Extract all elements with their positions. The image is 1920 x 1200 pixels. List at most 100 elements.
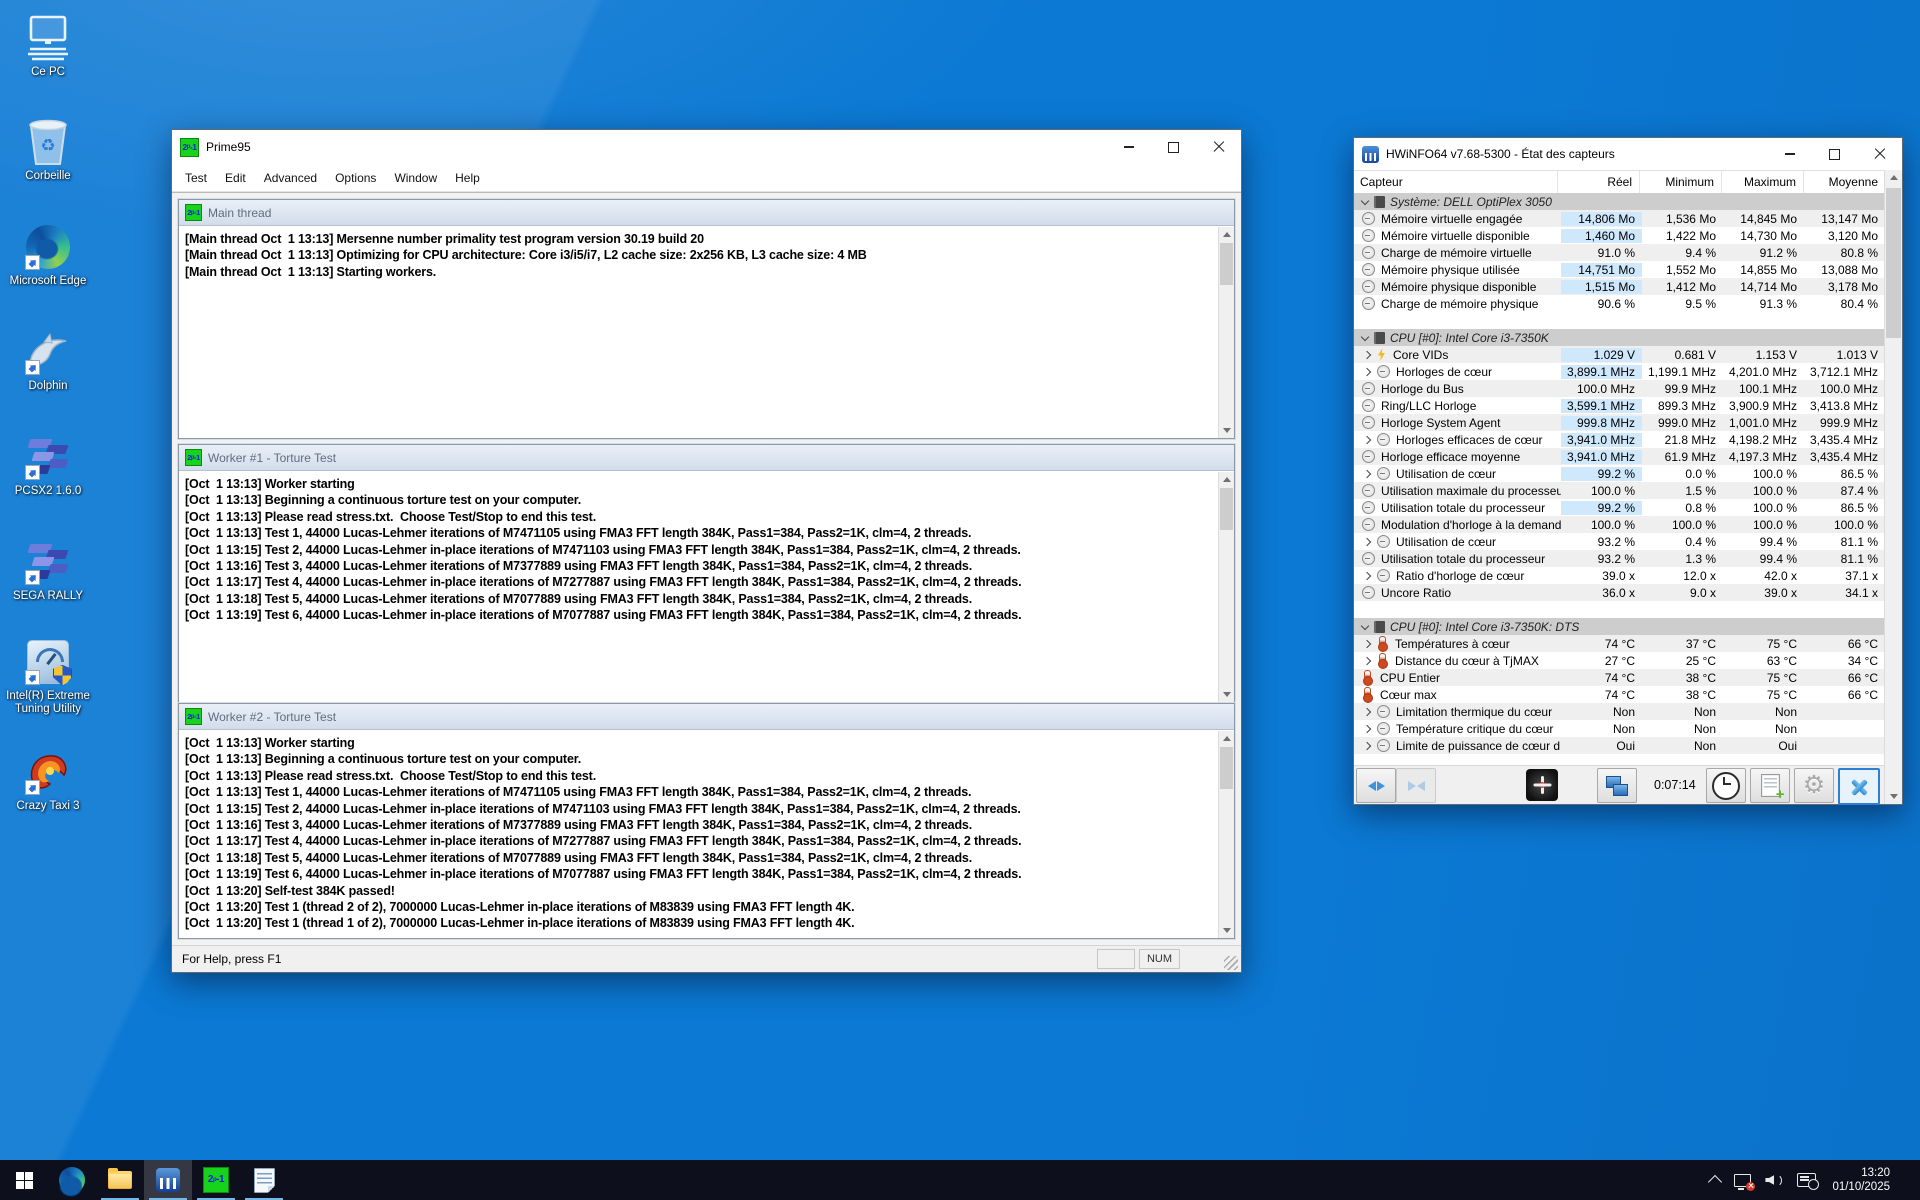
scrollbar-thumb[interactable] <box>1220 243 1233 285</box>
sensor-row-utilisation-de-c-ur[interactable]: Utilisation de cœur99.2 %0.0 %100.0 %86.… <box>1354 465 1885 482</box>
tray-chevron-up-icon[interactable] <box>1708 1175 1722 1189</box>
sensor-row-ring-llc-horloge[interactable]: Ring/LLC Horloge3,599.1 MHz899.3 MHz3,90… <box>1354 397 1885 414</box>
sensor-row-utilisation-totale-du-processeur[interactable]: Utilisation totale du processeur93.2 %1.… <box>1354 550 1885 567</box>
sensor-row-m-moire-physique-utilis-e[interactable]: Mémoire physique utilisée14,751 Mo1,552 … <box>1354 261 1885 278</box>
hwinfo-titlebar[interactable]: HWiNFO64 v7.68-5300 - État des capteurs <box>1354 138 1902 170</box>
scroll-down-icon[interactable] <box>1885 789 1902 804</box>
menu-window[interactable]: Window <box>385 167 446 189</box>
menu-advanced[interactable]: Advanced <box>255 167 326 189</box>
sensor-row-charge-de-m-moire-virtuelle[interactable]: Charge de mémoire virtuelle91.0 %9.4 %91… <box>1354 244 1885 261</box>
chevron-right-icon[interactable] <box>1363 469 1371 477</box>
taskbar-item-edge[interactable] <box>48 1160 96 1200</box>
sensor-group-syst-me-dell-optiplex-3050[interactable]: Système: DELL OptiPlex 3050 <box>1354 193 1885 210</box>
child-window-worker-1[interactable]: 2p-1 Worker #1 - Torture Test [Oct 1 13:… <box>178 444 1235 703</box>
column-header-moyenne[interactable]: Moyenne <box>1803 171 1885 193</box>
close-button[interactable] <box>1857 138 1902 170</box>
desktop-icon-crazy-taxi-3[interactable]: Crazy Taxi 3 <box>0 748 96 813</box>
chevron-right-icon[interactable] <box>1363 724 1371 732</box>
close-button[interactable] <box>1196 130 1241 164</box>
menu-test[interactable]: Test <box>176 167 216 189</box>
vertical-scrollbar[interactable] <box>1884 170 1902 804</box>
desktop-icon-sega-rally[interactable]: SEGA RALLY <box>0 538 96 603</box>
taskbar-item-prime95[interactable]: 2p-1 <box>192 1160 240 1200</box>
chevron-down-icon[interactable] <box>1361 332 1369 340</box>
vertical-scrollbar[interactable] <box>1218 731 1234 938</box>
column-header-capteur[interactable]: Capteur <box>1354 175 1557 189</box>
menu-options[interactable]: Options <box>326 167 385 189</box>
desktop-icon-intel-r-extreme-tuning-utility[interactable]: Intel(R) Extreme Tuning Utility <box>0 638 96 716</box>
resize-grip[interactable] <box>1224 956 1238 970</box>
sensor-row-temp-ratures-c-ur[interactable]: Températures à cœur74 °C37 °C75 °C66 °C <box>1354 635 1885 652</box>
start-button[interactable] <box>0 1160 48 1200</box>
sensor-row-core-vids[interactable]: Core VIDs1.029 V0.681 V1.153 V1.013 V <box>1354 346 1885 363</box>
fan-icon-button[interactable] <box>1526 769 1558 801</box>
sensor-row-m-moire-physique-disponible[interactable]: Mémoire physique disponible1,515 Mo1,412… <box>1354 278 1885 295</box>
sensor-row-modulation-d-horloge-la-demande[interactable]: Modulation d'horloge à la demande100.0 %… <box>1354 516 1885 533</box>
sensor-row-c-ur-max[interactable]: Cœur max74 °C38 °C75 °C66 °C <box>1354 686 1885 703</box>
chevron-down-icon[interactable] <box>1361 196 1369 204</box>
sensor-row-cpu-entier[interactable]: CPU Entier74 °C38 °C75 °C66 °C <box>1354 669 1885 686</box>
volume-icon[interactable] <box>1765 1173 1783 1187</box>
sensor-row-horloge-efficace-moyenne[interactable]: Horloge efficace moyenne3,941.0 MHz61.9 … <box>1354 448 1885 465</box>
desktop-icon-ce-pc[interactable]: Ce PC <box>0 14 96 79</box>
sensor-row-limitation-thermique-du-c-ur[interactable]: Limitation thermique du cœurNonNonNon <box>1354 703 1885 720</box>
column-header-r-el[interactable]: Réel <box>1557 171 1639 193</box>
desktop-icon-corbeille[interactable]: ♻Corbeille <box>0 118 96 183</box>
chevron-right-icon[interactable] <box>1363 350 1371 358</box>
minimize-button[interactable] <box>1106 130 1151 164</box>
menu-edit[interactable]: Edit <box>216 167 255 189</box>
sensor-row-horloges-efficaces-de-c-ur[interactable]: Horloges efficaces de cœur3,941.0 MHz21.… <box>1354 431 1885 448</box>
child-window-worker-2[interactable]: 2p-1 Worker #2 - Torture Test [Oct 1 13:… <box>178 703 1235 939</box>
sensor-row-utilisation-maximale-du-processeu[interactable]: Utilisation maximale du processeu…100.0 … <box>1354 482 1885 499</box>
chevron-down-icon[interactable] <box>1361 621 1369 629</box>
maximize-button[interactable] <box>1151 130 1196 164</box>
scroll-down-icon[interactable] <box>1219 923 1234 938</box>
sensor-row-horloge-du-bus[interactable]: Horloge du Bus100.0 MHz99.9 MHz100.1 MHz… <box>1354 380 1885 397</box>
sensor-row-utilisation-de-c-ur[interactable]: Utilisation de cœur93.2 %0.4 %99.4 %81.1… <box>1354 533 1885 550</box>
sensor-row-uncore-ratio[interactable]: Uncore Ratio36.0 x9.0 x39.0 x34.1 x <box>1354 584 1885 601</box>
chevron-right-icon[interactable] <box>1363 537 1371 545</box>
menu-help[interactable]: Help <box>446 167 489 189</box>
clock-button[interactable] <box>1706 768 1746 803</box>
sensor-row-distance-du-c-ur-tjmax[interactable]: Distance du cœur à TjMAX27 °C25 °C63 °C3… <box>1354 652 1885 669</box>
sensor-row-limite-de-puissance-de-c-ur-d[interactable]: Limite de puissance de cœur d…OuiNonOui <box>1354 737 1885 754</box>
scroll-down-icon[interactable] <box>1219 423 1234 438</box>
chevron-right-icon[interactable] <box>1363 707 1371 715</box>
maximize-button[interactable] <box>1812 138 1857 170</box>
desktop-icon-microsoft-edge[interactable]: Microsoft Edge <box>0 223 96 288</box>
chevron-right-icon[interactable] <box>1363 435 1371 443</box>
nav-arrows-button[interactable] <box>1356 768 1396 803</box>
child-window-main-thread[interactable]: 2p-1 Main thread [Main thread Oct 1 13:1… <box>178 199 1235 439</box>
child-titlebar[interactable]: 2p-1 Worker #2 - Torture Test <box>179 704 1234 730</box>
child-titlebar[interactable]: 2p-1 Main thread <box>179 200 1234 226</box>
chevron-right-icon[interactable] <box>1363 367 1371 375</box>
scroll-up-icon[interactable] <box>1219 731 1234 746</box>
prime95-titlebar[interactable]: 2p-1 Prime95 <box>172 130 1241 164</box>
network-sensors-button[interactable] <box>1597 768 1637 803</box>
sensor-group-cpu-0-intel-core-i3-7350k[interactable]: CPU [#0]: Intel Core i3-7350K <box>1354 329 1885 346</box>
chevron-right-icon[interactable] <box>1363 741 1371 749</box>
scrollbar-thumb[interactable] <box>1886 188 1901 338</box>
taskbar-item-notepad[interactable] <box>240 1160 288 1200</box>
sensor-row-m-moire-virtuelle-engag-e[interactable]: Mémoire virtuelle engagée14,806 Mo1,536 … <box>1354 210 1885 227</box>
sensor-group-cpu-0-intel-core-i3-7350k-dts[interactable]: CPU [#0]: Intel Core i3-7350K: DTS <box>1354 618 1885 635</box>
scroll-down-icon[interactable] <box>1219 687 1234 702</box>
collapse-arrows-button[interactable] <box>1396 768 1436 803</box>
chevron-right-icon[interactable] <box>1363 639 1371 647</box>
sensor-row-temp-rature-critique-du-c-ur[interactable]: Température critique du cœurNonNonNon <box>1354 720 1885 737</box>
scroll-up-icon[interactable] <box>1219 472 1234 487</box>
sensor-row-charge-de-m-moire-physique[interactable]: Charge de mémoire physique90.6 %9.5 %91.… <box>1354 295 1885 312</box>
desktop-icon-dolphin[interactable]: Dolphin <box>0 328 96 393</box>
sensor-row-horloge-system-agent[interactable]: Horloge System Agent999.8 MHz999.0 MHz1,… <box>1354 414 1885 431</box>
scroll-up-icon[interactable] <box>1219 227 1234 242</box>
taskbar-item-hwinfo[interactable] <box>144 1160 192 1200</box>
settings-button[interactable]: ⚙ <box>1794 768 1834 803</box>
report-button[interactable] <box>1750 768 1790 803</box>
sensor-row-horloges-de-c-ur[interactable]: Horloges de cœur3,899.1 MHz1,199.1 MHz4,… <box>1354 363 1885 380</box>
chevron-right-icon[interactable] <box>1363 656 1371 664</box>
vertical-scrollbar[interactable] <box>1218 227 1234 438</box>
column-header-minimum[interactable]: Minimum <box>1639 171 1721 193</box>
scrollbar-thumb[interactable] <box>1220 488 1233 530</box>
sensor-row-m-moire-virtuelle-disponible[interactable]: Mémoire virtuelle disponible1,460 Mo1,42… <box>1354 227 1885 244</box>
column-header-maximum[interactable]: Maximum <box>1721 171 1803 193</box>
